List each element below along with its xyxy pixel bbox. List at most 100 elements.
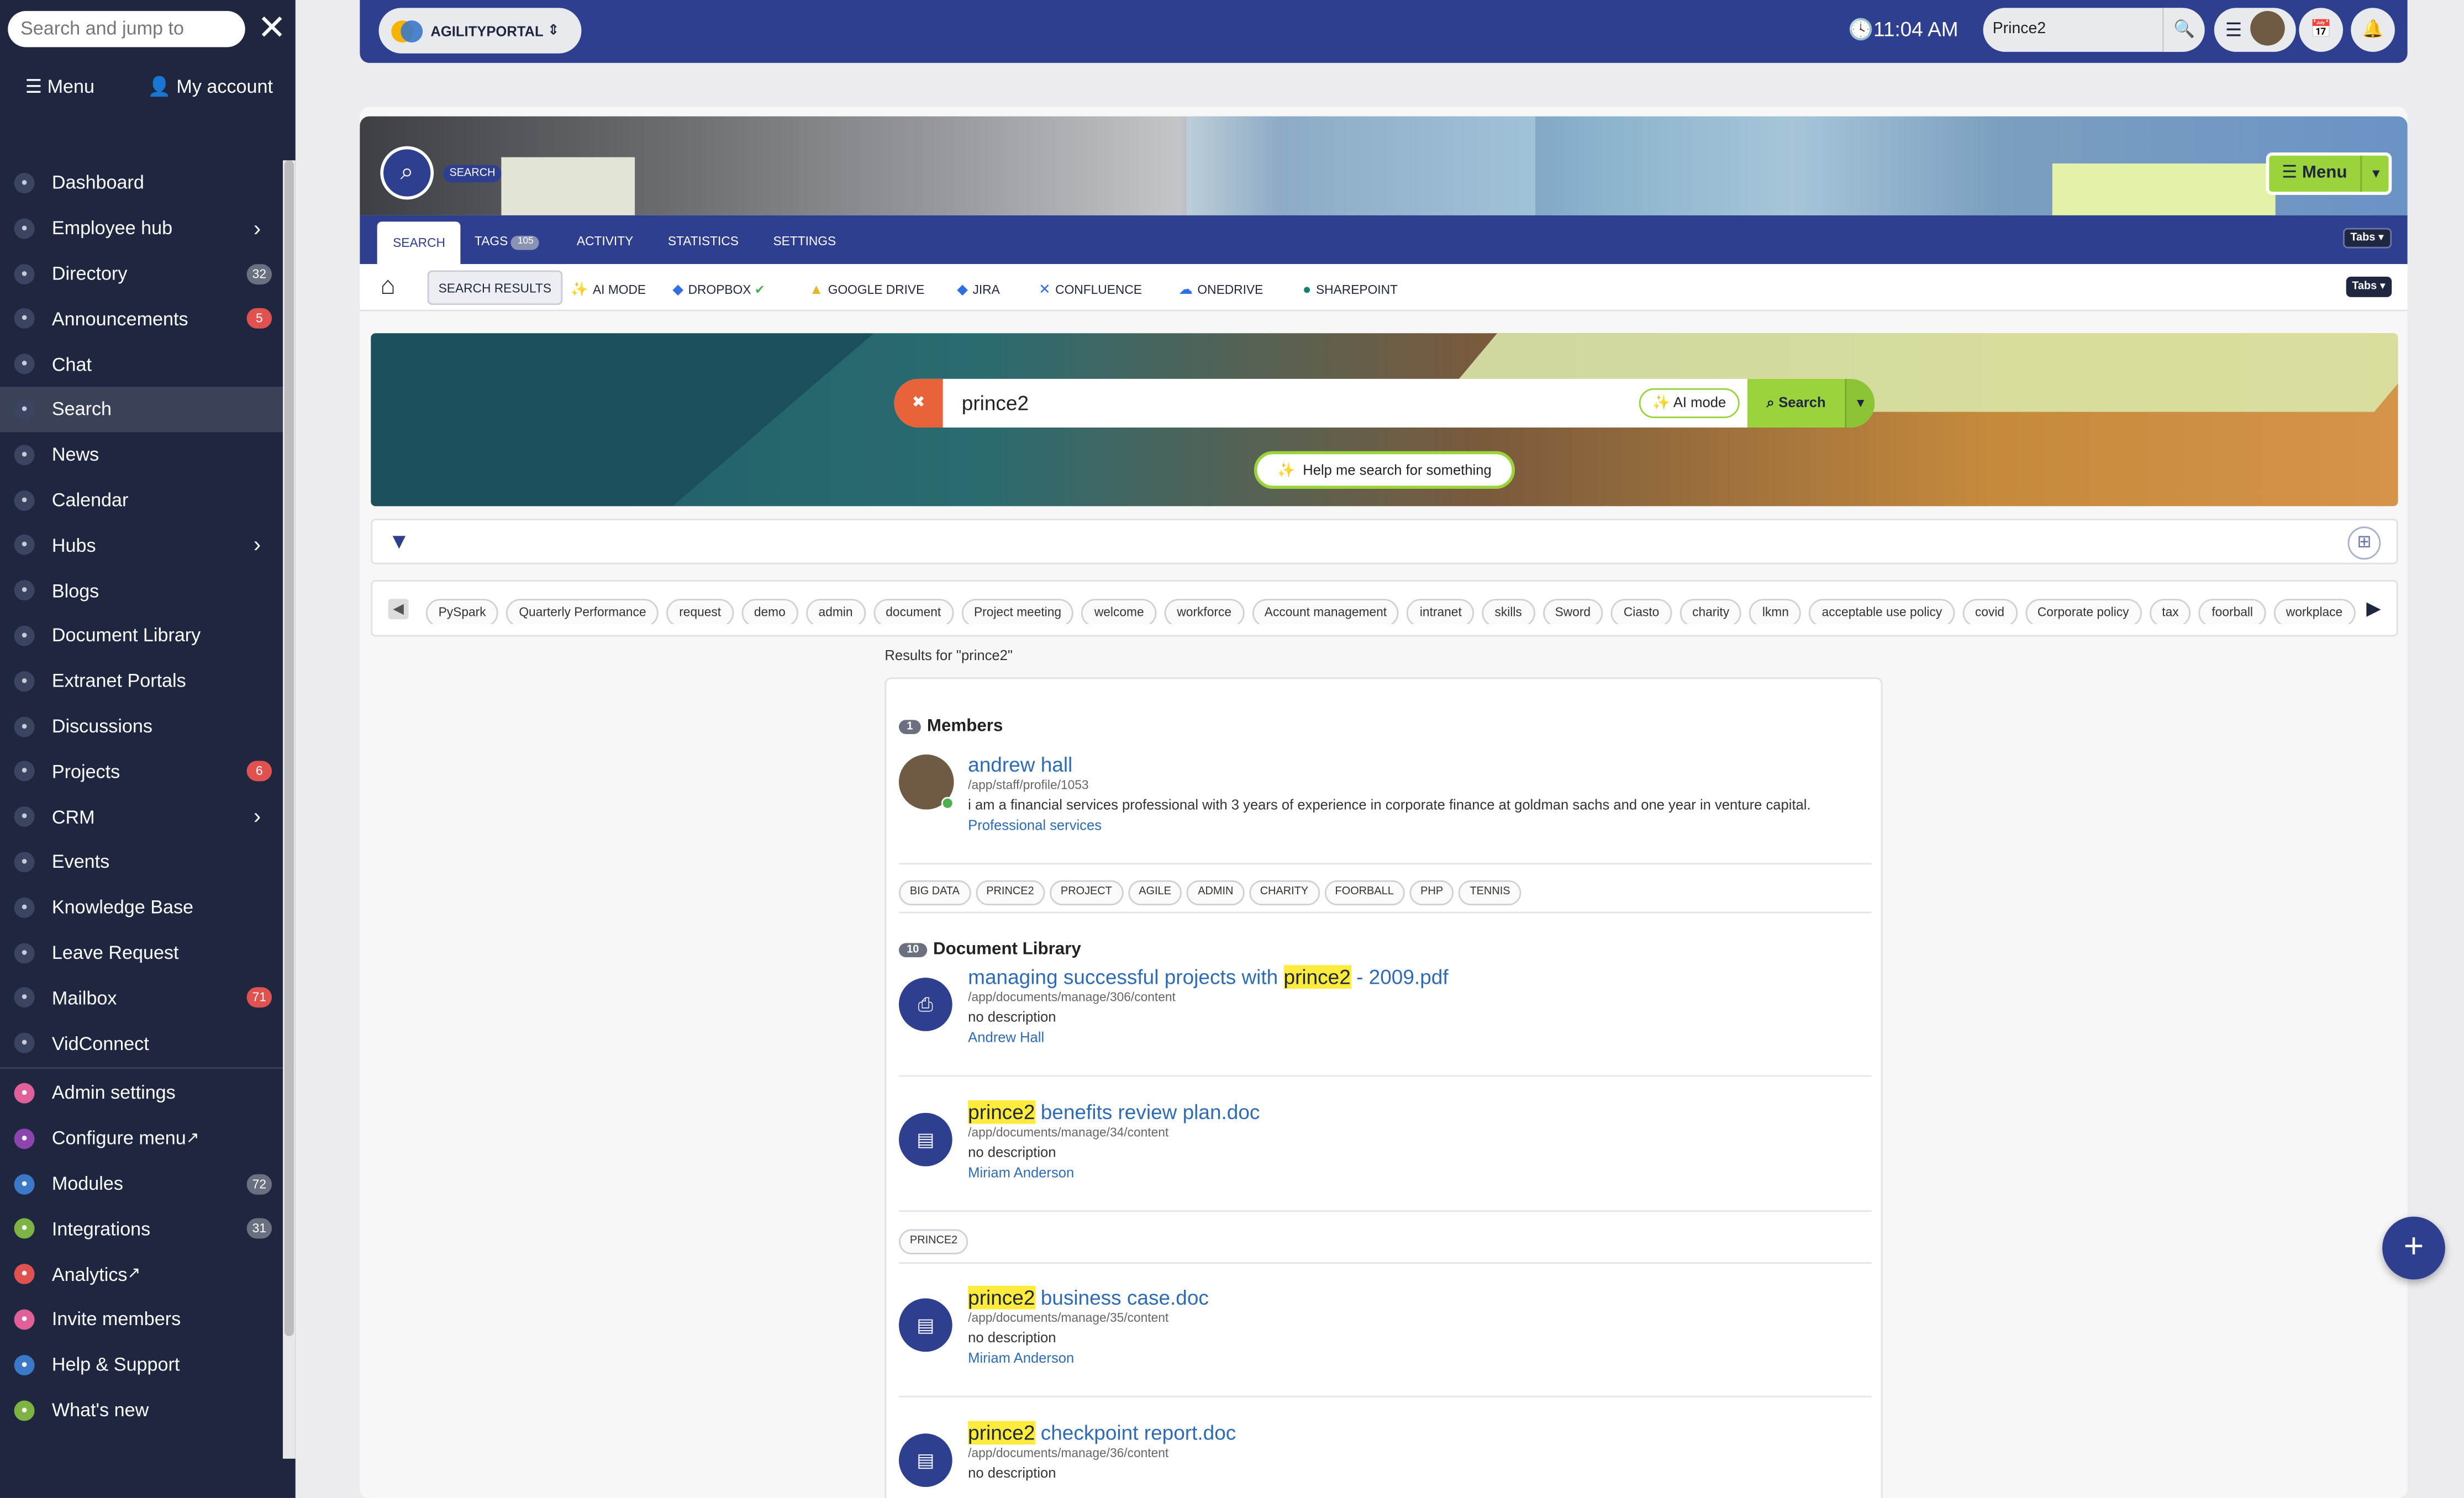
search-options-dropdown[interactable]: ▼ bbox=[1845, 378, 1875, 428]
home-icon[interactable]: ⌂ bbox=[380, 273, 396, 302]
top-search-input[interactable]: Prince2 bbox=[1983, 8, 2182, 52]
sidebar-item-integrations[interactable]: ● Integrations 31 bbox=[0, 1206, 283, 1252]
sidebar-item-directory[interactable]: ● Directory 32 bbox=[0, 251, 283, 296]
source-tab-sharepoint[interactable]: ● SHAREPOINT bbox=[1303, 281, 1398, 297]
tab-tags[interactable]: TAGS 105 bbox=[475, 234, 540, 250]
source-tabs-dropdown[interactable]: Tabs ▾ bbox=[2345, 276, 2392, 297]
sidebar-item-discussions[interactable]: ● Discussions bbox=[0, 704, 283, 749]
tag-chip[interactable]: document bbox=[873, 599, 954, 624]
sidebar-item-analytics[interactable]: ● Analytics ↗ bbox=[0, 1252, 283, 1297]
tab-settings[interactable]: SETTINGS bbox=[773, 234, 836, 249]
member-department-link[interactable]: Professional services bbox=[968, 817, 1810, 833]
skill-chip[interactable]: CHARITY bbox=[1249, 880, 1320, 906]
notifications-button[interactable]: 🔔 bbox=[2351, 8, 2395, 52]
sidebar-item-mailbox[interactable]: ● Mailbox 71 bbox=[0, 975, 283, 1020]
chevron-right-icon[interactable]: › bbox=[254, 804, 261, 829]
chevron-down-icon[interactable]: ▼ bbox=[2360, 155, 2390, 192]
sidebar-item-projects[interactable]: ● Projects 6 bbox=[0, 749, 283, 794]
sidebar-item-knowledge-base[interactable]: ● Knowledge Base bbox=[0, 884, 283, 930]
tab-activity[interactable]: ACTIVITY bbox=[577, 234, 633, 249]
tag-chip[interactable]: foorball bbox=[2199, 599, 2266, 624]
tag-chip[interactable]: PySpark bbox=[425, 599, 499, 624]
tag-chip[interactable]: charity bbox=[1679, 599, 1742, 624]
ai-mode-toggle[interactable]: ✨ AI mode bbox=[1639, 388, 1740, 418]
sidebar-item-what-s-new[interactable]: ● What's new bbox=[0, 1387, 283, 1432]
grid-view-icon[interactable]: ⊞ bbox=[2347, 526, 2381, 560]
sidebar-item-crm[interactable]: ● CRM › bbox=[0, 794, 283, 840]
sidebar-item-employee-hub[interactable]: ● Employee hub › bbox=[0, 205, 283, 251]
sidebar-item-calendar[interactable]: ● Calendar bbox=[0, 477, 283, 523]
tag-chip[interactable]: demo bbox=[741, 599, 798, 624]
tag-chip[interactable]: skills bbox=[1482, 599, 1535, 624]
source-tab-onedrive[interactable]: ☁ ONEDRIVE bbox=[1178, 281, 1263, 298]
sidebar-menu-button[interactable]: ☰ Menu bbox=[25, 76, 95, 98]
tags-scroll-right-icon[interactable]: ▶ bbox=[2363, 598, 2384, 620]
skill-chip[interactable]: TENNIS bbox=[1459, 880, 1521, 906]
skill-chip[interactable]: FOORBALL bbox=[1324, 880, 1405, 906]
sidebar-item-search[interactable]: ● Search bbox=[0, 386, 283, 432]
skill-chip[interactable]: AGILE bbox=[1128, 880, 1182, 906]
sidebar-item-chat[interactable]: ● Chat bbox=[0, 341, 283, 387]
skill-chip[interactable]: PHP bbox=[1409, 880, 1455, 906]
sidebar-item-admin-settings[interactable]: ● Admin settings bbox=[0, 1070, 283, 1116]
top-search-button[interactable]: 🔍 bbox=[2162, 8, 2205, 52]
document-tag-chip[interactable]: PRINCE2 bbox=[898, 1229, 969, 1254]
member-name-link[interactable]: andrew hall bbox=[968, 753, 1810, 777]
tag-chip[interactable]: lkmn bbox=[1750, 599, 1802, 624]
user-avatar[interactable] bbox=[2250, 10, 2285, 46]
tag-chip[interactable]: acceptable use policy bbox=[1809, 599, 1955, 624]
document-author-link[interactable]: Miriam Anderson bbox=[968, 1165, 1260, 1180]
tag-chip[interactable]: admin bbox=[805, 599, 866, 624]
source-tab-ai-mode[interactable]: ✨ AI MODE bbox=[571, 281, 646, 298]
tag-chip[interactable]: workplace bbox=[2273, 599, 2355, 624]
tag-chip[interactable]: Quarterly Performance bbox=[506, 599, 659, 624]
member-avatar[interactable] bbox=[898, 754, 954, 810]
skill-chip[interactable]: PRINCE2 bbox=[975, 880, 1045, 906]
sidebar-item-configure-menu[interactable]: ● Configure menu ↗ bbox=[0, 1116, 283, 1161]
help-me-search-button[interactable]: ✨ Help me search for something bbox=[1254, 451, 1515, 489]
sidebar-search-input[interactable]: Search and jump to bbox=[8, 10, 245, 48]
skill-chip[interactable]: PROJECT bbox=[1050, 880, 1123, 906]
tab-search[interactable]: SEARCH bbox=[377, 221, 461, 265]
tab-statistics[interactable]: STATISTICS bbox=[668, 234, 739, 249]
page-menu-button[interactable]: ☰ Menu ▼ bbox=[2266, 152, 2392, 195]
document-title-link[interactable]: prince2 business case.doc bbox=[968, 1285, 1209, 1310]
tag-chip[interactable]: Project meeting bbox=[961, 599, 1074, 624]
document-title-link[interactable]: prince2 checkpoint report.doc bbox=[968, 1421, 1236, 1445]
main-search-input[interactable]: prince2 bbox=[962, 392, 1029, 415]
sidebar-item-extranet-portals[interactable]: ● Extranet Portals bbox=[0, 658, 283, 704]
tag-chip[interactable]: workforce bbox=[1164, 599, 1244, 624]
skill-chip[interactable]: ADMIN bbox=[1187, 880, 1245, 906]
source-tab-confluence[interactable]: ✕ CONFLUENCE bbox=[1039, 281, 1142, 298]
tag-chip[interactable]: covid bbox=[1962, 599, 2017, 624]
search-button[interactable]: ⌕ Search bbox=[1747, 378, 1845, 428]
sidebar-item-dashboard[interactable]: ● Dashboard bbox=[0, 160, 283, 205]
source-tab-google-drive[interactable]: ▲ GOOGLE DRIVE bbox=[809, 281, 924, 297]
sidebar-item-vidconnect[interactable]: ● VidConnect bbox=[0, 1020, 283, 1066]
tags-scroll-left-icon[interactable]: ◀ bbox=[388, 599, 409, 620]
tag-chip[interactable]: welcome bbox=[1082, 599, 1157, 624]
sidebar-item-modules[interactable]: ● Modules 72 bbox=[0, 1161, 283, 1206]
filter-icon[interactable]: ▼ bbox=[388, 528, 410, 553]
sidebar-item-events[interactable]: ● Events bbox=[0, 839, 283, 884]
close-icon[interactable]: ✕ bbox=[255, 9, 289, 47]
sidebar-item-hubs[interactable]: ● Hubs › bbox=[0, 523, 283, 568]
chevron-right-icon[interactable]: › bbox=[254, 532, 261, 557]
skill-chip[interactable]: BIG DATA bbox=[898, 880, 971, 906]
tag-chip[interactable]: Ciasto bbox=[1611, 599, 1672, 624]
document-author-link[interactable]: Miriam Anderson bbox=[968, 1350, 1209, 1365]
tag-chip[interactable]: tax bbox=[2149, 599, 2192, 624]
document-title-link[interactable]: prince2 benefits review plan.doc bbox=[968, 1100, 1260, 1124]
brand-switcher[interactable]: AGILITYPORTAL ⇕ bbox=[378, 8, 582, 54]
chevron-right-icon[interactable]: › bbox=[254, 215, 261, 240]
sidebar-item-news[interactable]: ● News bbox=[0, 432, 283, 477]
source-tab-search-results[interactable]: SEARCH RESULTS bbox=[427, 270, 562, 305]
sidebar-item-document-library[interactable]: ● Document Library bbox=[0, 613, 283, 658]
add-fab-button[interactable]: + bbox=[2382, 1216, 2445, 1280]
tag-chip[interactable]: request bbox=[666, 599, 734, 624]
sidebar-item-leave-request[interactable]: ● Leave Request bbox=[0, 930, 283, 975]
document-title-link[interactable]: managing successful projects with prince… bbox=[968, 965, 1449, 989]
tag-chip[interactable]: Account management bbox=[1252, 599, 1399, 624]
sidebar-scrollbar[interactable] bbox=[282, 160, 296, 1459]
tag-chip[interactable]: Corporate policy bbox=[2025, 599, 2142, 624]
